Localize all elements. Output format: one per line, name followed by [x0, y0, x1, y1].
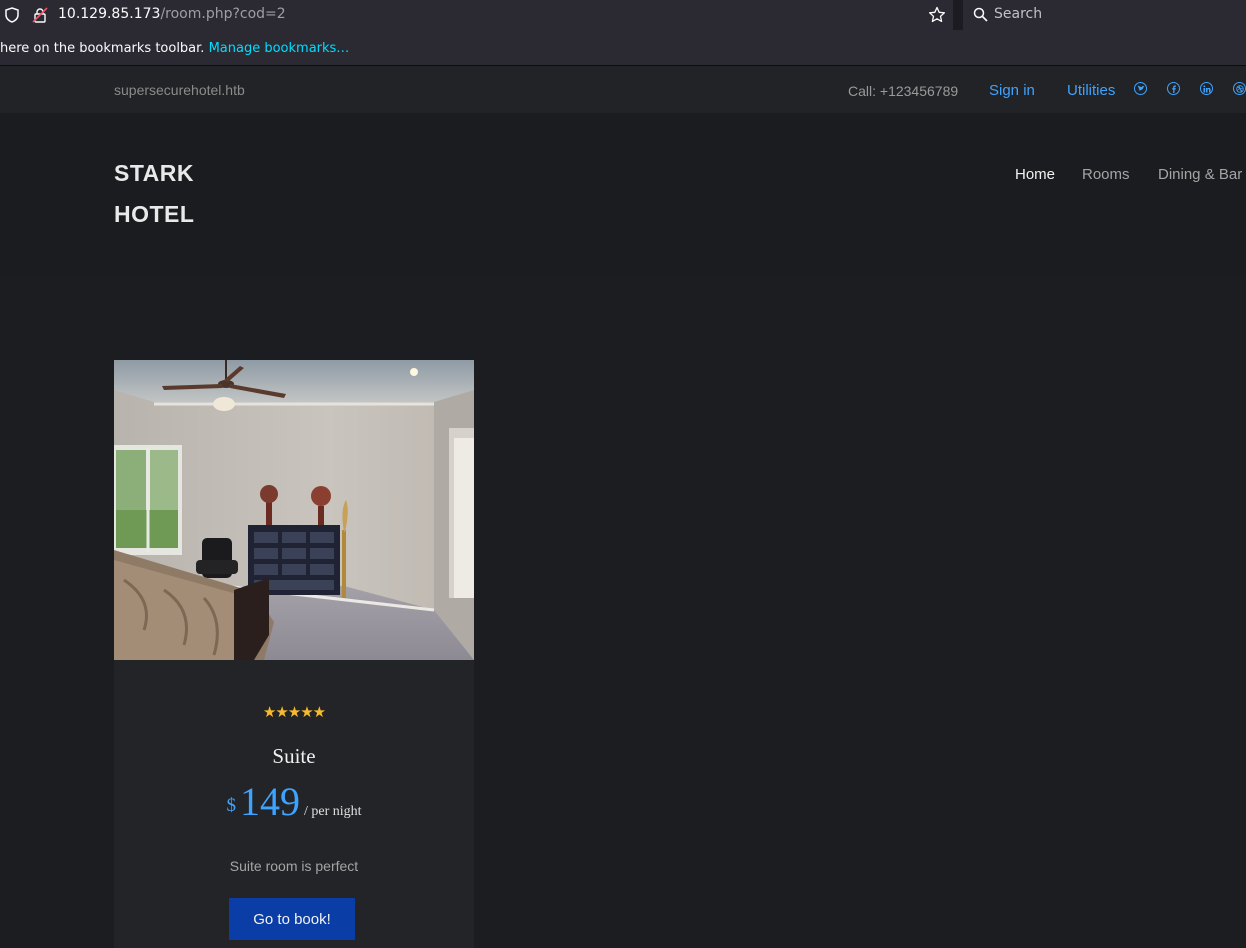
- room-photo[interactable]: [114, 360, 474, 660]
- bookmarks-toolbar: here on the bookmarks toolbar. Manage bo…: [0, 30, 1246, 66]
- bookmarks-hint-text: here on the bookmarks toolbar.: [0, 41, 205, 56]
- browser-toolbar: 10.129.85.173/room.php?cod=2 Search: [0, 0, 1246, 30]
- hotel-logo[interactable]: STARK HOTEL: [114, 153, 194, 235]
- site-domain: supersecurehotel.htb: [114, 82, 245, 98]
- rating-stars: ★★★★★: [262, 704, 326, 721]
- room-price: $ 149 / per night: [114, 778, 474, 825]
- nav-home[interactable]: Home: [1015, 166, 1055, 183]
- price-per-night: / per night: [303, 804, 362, 819]
- url-bar[interactable]: 10.129.85.173/room.php?cod=2: [0, 0, 953, 30]
- room-card: ★★★★★ Suite $ 149 / per night Suite room…: [114, 660, 474, 948]
- sign-in-link[interactable]: Sign in: [989, 82, 1035, 99]
- manage-bookmarks-link[interactable]: Manage bookmarks…: [209, 41, 350, 56]
- shield-icon[interactable]: [5, 7, 19, 28]
- utilities-link[interactable]: Utilities: [1067, 82, 1115, 99]
- nav-dining-bar[interactable]: Dining & Bar: [1158, 166, 1242, 183]
- browser-search-box[interactable]: Search: [963, 0, 1246, 30]
- insecure-lock-icon[interactable]: [32, 7, 48, 28]
- search-icon: [973, 7, 988, 27]
- bookmarks-hint: here on the bookmarks toolbar. Manage bo…: [0, 41, 349, 56]
- search-placeholder: Search: [994, 6, 1043, 22]
- nav-rooms[interactable]: Rooms: [1082, 166, 1130, 183]
- twitter-icon[interactable]: [1134, 82, 1147, 95]
- price-currency: $: [226, 795, 236, 816]
- facebook-icon[interactable]: [1167, 82, 1180, 95]
- logo-line-1: STARK: [114, 160, 195, 186]
- linkedin-icon[interactable]: [1200, 82, 1213, 95]
- room-name: Suite: [272, 744, 316, 768]
- site-header: STARK HOTEL Home Rooms Dining & Bar: [0, 113, 1246, 276]
- call-number: Call: +123456789: [848, 83, 959, 99]
- url-path: /room.php?cod=2: [160, 6, 286, 22]
- site-topbar: supersecurehotel.htb Call: +123456789 Si…: [0, 66, 1246, 113]
- bookmark-star-icon[interactable]: [928, 6, 946, 29]
- dribbble-icon[interactable]: [1233, 82, 1246, 95]
- book-button[interactable]: Go to book!: [229, 898, 355, 940]
- url-text[interactable]: 10.129.85.173/room.php?cod=2: [58, 6, 286, 22]
- logo-line-2: HOTEL: [114, 201, 195, 227]
- room-description: Suite room is perfect: [229, 858, 359, 874]
- url-host: 10.129.85.173: [58, 6, 161, 22]
- price-amount: 149: [239, 779, 300, 824]
